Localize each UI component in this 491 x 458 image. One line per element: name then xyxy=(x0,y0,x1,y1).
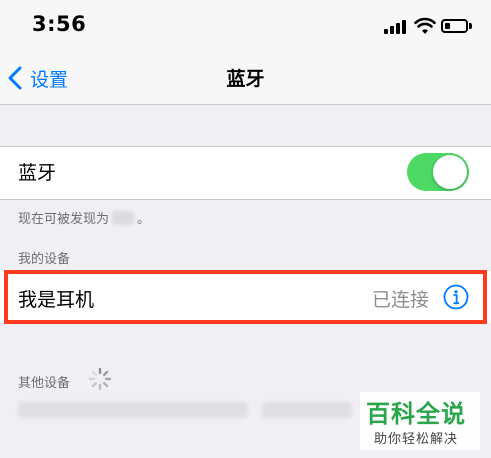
battery-tip xyxy=(469,23,472,29)
device-status: 已连接 xyxy=(372,289,430,311)
info-icon[interactable] xyxy=(443,284,469,310)
loading-spinner-icon xyxy=(88,367,112,391)
bluetooth-label: 蓝牙 xyxy=(18,162,57,184)
discoverable-suffix: 。 xyxy=(137,212,151,227)
cellular-signal-icon xyxy=(384,20,406,34)
wifi-icon xyxy=(414,17,436,34)
watermark-title: 百科全说 xyxy=(366,400,466,428)
device-name: 我是耳机 xyxy=(18,289,95,311)
battery-icon xyxy=(441,19,468,33)
blurred-text xyxy=(18,402,248,418)
status-time: 3:56 xyxy=(32,12,87,36)
blurred-device-name xyxy=(112,210,135,225)
section-header-my-devices: 我的设备 xyxy=(18,252,71,267)
watermark-subtitle: 助你轻松解决 xyxy=(374,432,459,447)
section-header-other-devices: 其他设备 xyxy=(18,376,71,391)
page-title: 蓝牙 xyxy=(226,68,265,90)
bluetooth-toggle[interactable] xyxy=(407,153,469,191)
toggle-knob xyxy=(433,155,467,189)
discoverable-text: 现在可被发现为 。 xyxy=(18,208,150,227)
discoverable-prefix: 现在可被发现为 xyxy=(18,212,110,227)
blurred-text xyxy=(262,402,352,418)
